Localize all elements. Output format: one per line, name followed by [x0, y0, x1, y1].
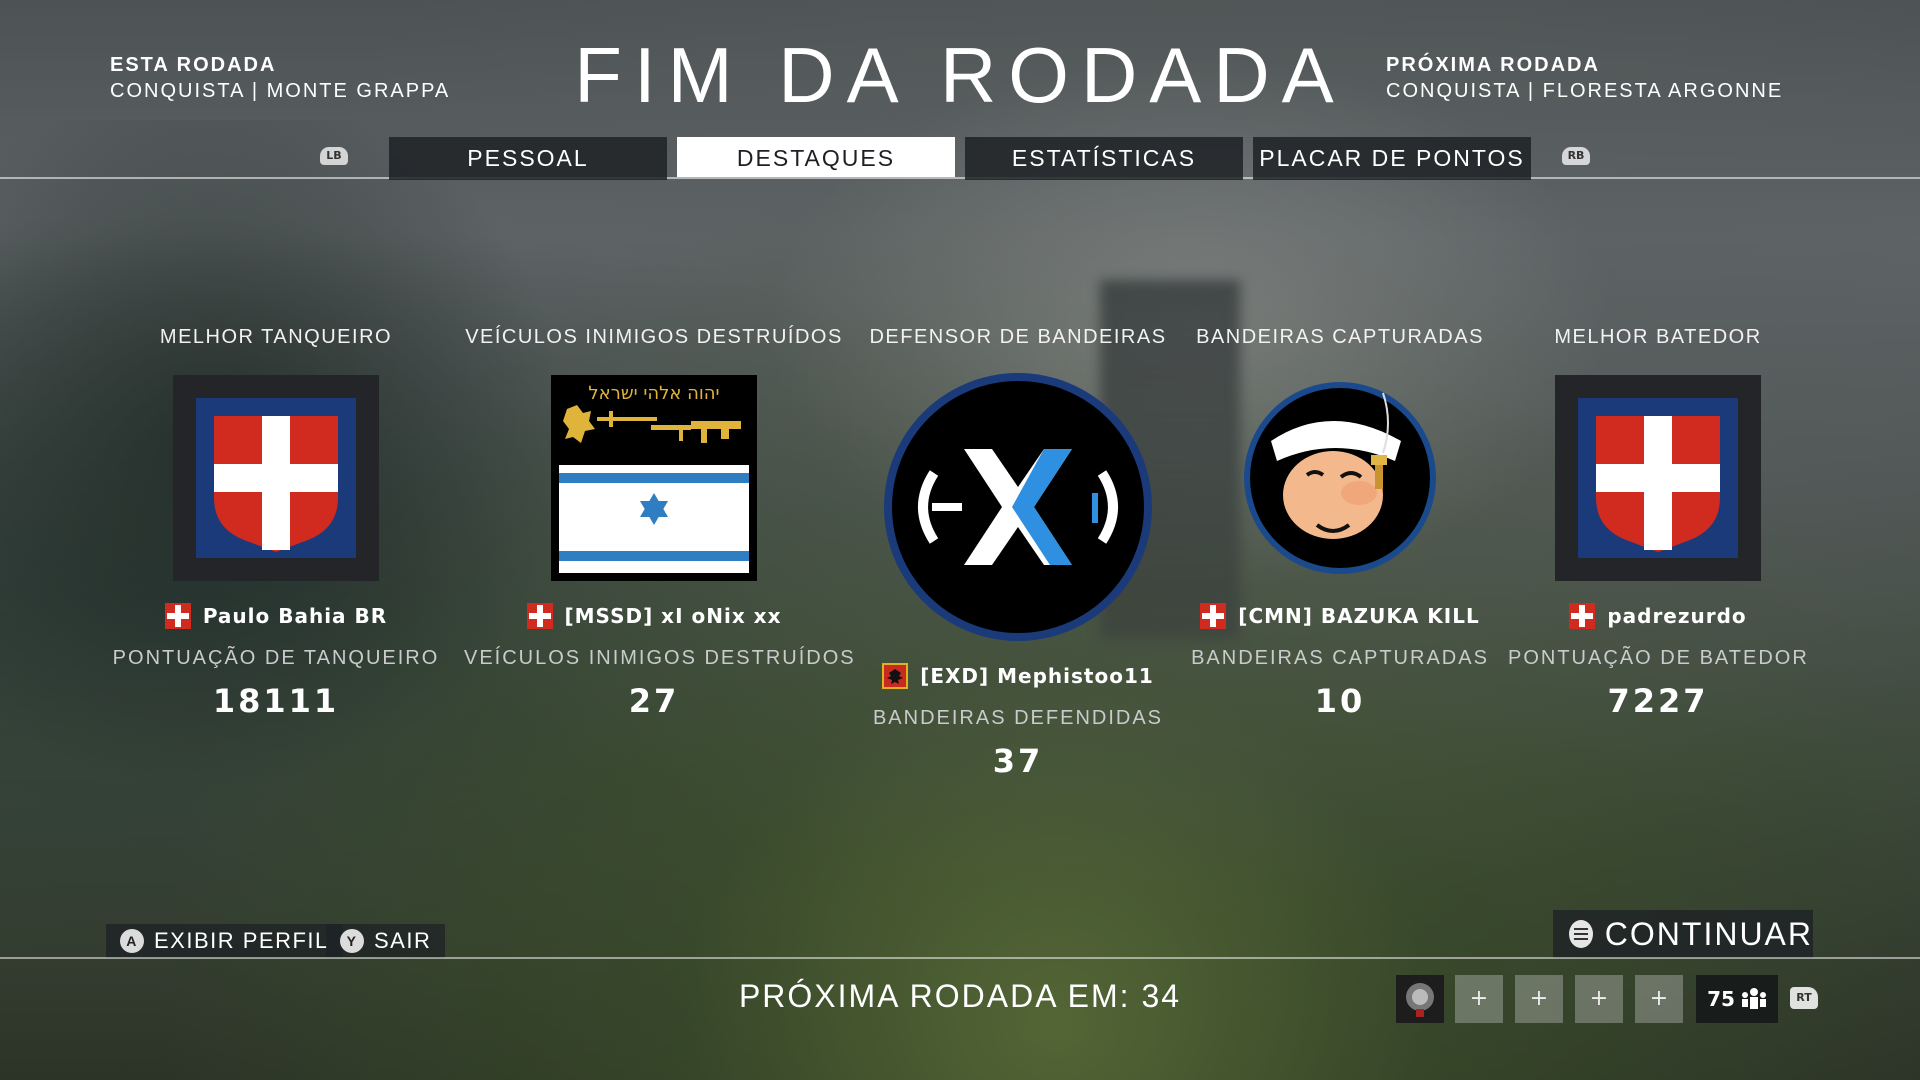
- savoy-flag-icon: [526, 603, 553, 629]
- next-round-info: PRÓXIMA RODADA CONQUISTA | FLORESTA ARGO…: [1386, 52, 1783, 104]
- player-name[interactable]: [CMN] BAZUKA KILL: [1190, 603, 1490, 629]
- squad-slot-add[interactable]: +: [1515, 975, 1563, 1023]
- player-name[interactable]: [EXD] Mephistoo11: [858, 663, 1178, 689]
- stat-label: VEÍCULOS INIMIGOS DESTRUÍDOS: [464, 647, 856, 669]
- player-name-text: [MSSD] xI oNix xx: [564, 604, 782, 628]
- highlight-card-featured[interactable]: DEFENSOR DE BANDEIRAS [EXD] Mephistoo11 …: [858, 326, 1178, 780]
- squad-slot-add[interactable]: +: [1455, 975, 1503, 1023]
- stat-label: BANDEIRAS CAPTURADAS: [1191, 647, 1489, 669]
- player-name-text: [EXD] Mephistoo11: [920, 664, 1154, 688]
- stat-value: 18111: [212, 682, 340, 720]
- highlight-category: DEFENSOR DE BANDEIRAS: [869, 326, 1167, 348]
- player-name-text: padrezurdo: [1607, 604, 1747, 628]
- stat-label: BANDEIRAS DEFENDIDAS: [872, 707, 1164, 729]
- highlight-category: BANDEIRAS CAPTURADAS: [1196, 326, 1484, 348]
- highlight-category: VEÍCULOS INIMIGOS DESTRUÍDOS: [465, 326, 843, 348]
- player-name-text: [CMN] BAZUKA KILL: [1238, 604, 1480, 628]
- rb-bumper-icon[interactable]: RB: [1562, 147, 1590, 165]
- tab-pessoal[interactable]: PESSOAL: [389, 137, 667, 180]
- stat-label: PONTUAÇÃO DE TANQUEIRO: [112, 647, 440, 669]
- squad-slot-add[interactable]: +: [1575, 975, 1623, 1023]
- squad-icon: [1741, 988, 1766, 1009]
- popeye-emblem-icon: [1237, 375, 1443, 581]
- highlight-card[interactable]: MELHOR BATEDOR padrezurdo PONTUAÇÃO DE B…: [1508, 326, 1808, 720]
- highlight-card[interactable]: BANDEIRAS CAPTURADAS [CMN] BAZUKA KILL B…: [1190, 326, 1490, 720]
- tab-placar-de-pontos[interactable]: PLACAR DE PONTOS: [1253, 137, 1531, 180]
- stat-value: 27: [628, 682, 680, 720]
- savoy-shield-emblem-icon: [1555, 375, 1761, 581]
- view-profile-label: EXIBIR PERFIL: [154, 928, 329, 953]
- y-button-icon: Y: [340, 929, 364, 953]
- view-profile-button[interactable]: A EXIBIR PERFIL: [106, 924, 343, 958]
- next-round-countdown: PRÓXIMA RODADA EM: 34: [738, 978, 1182, 1014]
- rank-badge: 75: [1696, 975, 1778, 1023]
- continue-button[interactable]: CONTINUAR: [1553, 910, 1813, 958]
- star-of-david-emblem-icon: יהוה אלהי ישראל: [551, 375, 757, 581]
- emblem-hebrew-text: יהוה אלהי ישראל: [588, 383, 719, 404]
- exit-button[interactable]: Y SAIR: [326, 924, 446, 958]
- tab-divider: [0, 177, 1920, 179]
- stat-value: 37: [992, 742, 1044, 780]
- highlight-card[interactable]: MELHOR TANQUEIRO Paulo Bahia BR PONTUAÇÃ…: [96, 326, 456, 720]
- a-button-icon: A: [120, 929, 144, 953]
- stat-value: 7227: [1607, 682, 1709, 720]
- rt-trigger-icon[interactable]: RT: [1790, 987, 1818, 1009]
- squad-slot-add[interactable]: +: [1635, 975, 1683, 1023]
- menu-button-icon: [1569, 920, 1593, 948]
- highlight-category: MELHOR BATEDOR: [1554, 326, 1762, 348]
- footer-divider: [0, 957, 1920, 959]
- rank-value: 75: [1707, 987, 1735, 1011]
- highlight-card[interactable]: VEÍCULOS INIMIGOS DESTRUÍDOS יהוה אלהי י…: [464, 326, 856, 720]
- savoy-flag-icon: [164, 603, 191, 629]
- player-name[interactable]: [MSSD] xI oNix xx: [464, 603, 844, 629]
- next-round-label: PRÓXIMA RODADA: [1386, 54, 1600, 76]
- continue-label: CONTINUAR: [1604, 915, 1813, 952]
- exit-label: SAIR: [374, 928, 432, 953]
- next-round-value: CONQUISTA | FLORESTA ARGONNE: [1386, 80, 1784, 102]
- savoy-flag-icon: [1569, 603, 1596, 629]
- lb-bumper-icon[interactable]: LB: [320, 147, 348, 165]
- exd-emblem-icon: [880, 369, 1156, 645]
- savoy-flag-icon: [1200, 603, 1227, 629]
- stat-label: PONTUAÇÃO DE BATEDOR: [1508, 647, 1809, 669]
- stat-value: 10: [1314, 682, 1366, 720]
- savoy-shield-emblem-icon: [173, 375, 379, 581]
- player-name[interactable]: padrezurdo: [1508, 603, 1808, 629]
- player-name[interactable]: Paulo Bahia BR: [96, 603, 456, 629]
- tab-destaques[interactable]: DESTAQUES: [677, 137, 955, 177]
- highlight-category: MELHOR TANQUEIRO: [159, 326, 393, 348]
- player-avatar[interactable]: [1396, 975, 1444, 1023]
- tab-estatisticas[interactable]: ESTATÍSTICAS: [965, 137, 1243, 180]
- player-name-text: Paulo Bahia BR: [202, 604, 388, 628]
- eagle-flag-icon: [882, 663, 909, 689]
